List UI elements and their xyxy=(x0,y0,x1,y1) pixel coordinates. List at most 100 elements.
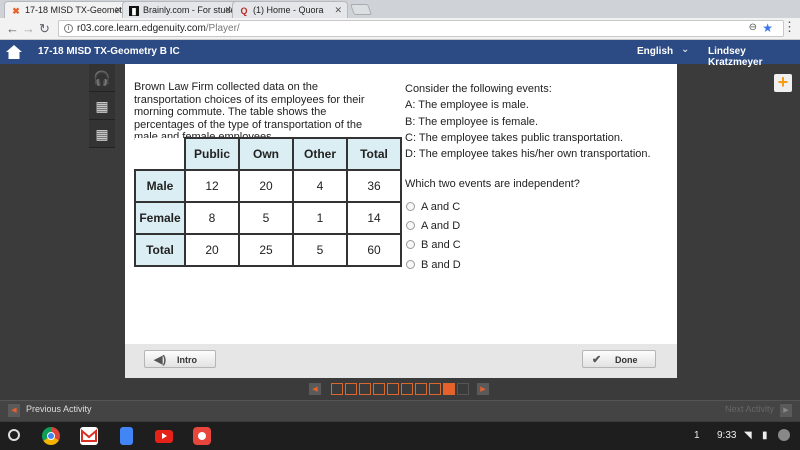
table-cell: 60 xyxy=(346,233,402,267)
add-icon[interactable]: + xyxy=(774,73,792,92)
table-cell: 14 xyxy=(346,201,402,235)
checkmark-icon: ✔ xyxy=(592,354,602,366)
pager-dot[interactable] xyxy=(401,383,413,395)
next-activity-button[interactable]: Next Activity ▶ xyxy=(725,404,792,417)
youtube-icon[interactable] xyxy=(155,430,173,443)
card-footer: ◀) Intro ✔ Done xyxy=(125,344,677,378)
user-name[interactable]: Lindsey Kratzmeyer xyxy=(708,46,800,68)
battery-icon[interactable]: ▮ xyxy=(762,430,768,441)
table-row: Male 12 20 4 36 xyxy=(134,169,402,203)
browser-tab-quora[interactable]: Q (1) Home - Quora ✕ xyxy=(232,1,348,18)
notification-count[interactable]: 1 xyxy=(694,430,700,441)
question-card: Brown Law Firm collected data on the tra… xyxy=(125,64,677,378)
previous-activity-button[interactable]: ◀ Previous Activity xyxy=(8,404,92,417)
next-activity-label: Next Activity xyxy=(724,404,774,414)
intro-button-label: Intro xyxy=(177,355,197,365)
column-header: Own xyxy=(238,137,294,171)
pager-dot[interactable] xyxy=(373,383,385,395)
row-header: Female xyxy=(134,201,186,235)
pager-dot[interactable] xyxy=(359,383,371,395)
screen-recorder-icon[interactable] xyxy=(193,427,211,445)
tab-close-icon[interactable]: ✕ xyxy=(114,5,122,16)
chevron-down-icon[interactable]: ⌄ xyxy=(681,44,689,55)
graphing-calculator-icon[interactable]: ▦ xyxy=(89,120,115,148)
calculator-icon[interactable]: ▦ xyxy=(89,92,115,120)
app-header: 17-18 MISD TX-Geometry B IC English ⌄ Li… xyxy=(0,40,800,68)
forward-arrow-icon[interactable]: → xyxy=(22,21,35,37)
table-cell: 36 xyxy=(346,169,402,203)
done-button-label: Done xyxy=(615,355,638,365)
tab-title: (1) Home - Quora xyxy=(253,5,324,15)
radio-button[interactable] xyxy=(406,202,415,211)
tab-title: 17-18 MISD TX-Geometry xyxy=(25,5,128,15)
intro-button[interactable]: ◀) Intro xyxy=(144,350,216,368)
table-cell: 25 xyxy=(238,233,294,267)
next-arrow-icon: ▶ xyxy=(780,404,792,417)
table-cell: 12 xyxy=(184,169,240,203)
pager-dot-current[interactable] xyxy=(443,383,455,395)
activity-nav-bar: ◀ Previous Activity Next Activity ▶ xyxy=(0,400,800,421)
browser-tab-strip: ✖ 17-18 MISD TX-Geometry ✕ ▮ Brainly.com… xyxy=(0,0,800,18)
radio-button[interactable] xyxy=(406,260,415,269)
table-header-row: Public Own Other Total xyxy=(135,137,402,171)
radio-button[interactable] xyxy=(406,240,415,249)
option-label[interactable]: B and D xyxy=(421,259,461,271)
done-button[interactable]: ✔ Done xyxy=(582,350,656,368)
previous-arrow-icon: ◀ xyxy=(8,404,20,417)
info-icon[interactable]: i xyxy=(64,24,73,33)
pager-previous-icon[interactable]: ◀ xyxy=(309,383,321,395)
table-row: Total 20 25 5 60 xyxy=(134,233,402,267)
browser-menu-icon[interactable]: ⋮ xyxy=(783,20,796,34)
event-item: D: The employee takes his/her own transp… xyxy=(405,148,651,161)
pager-dot[interactable] xyxy=(387,383,399,395)
pager-dot[interactable] xyxy=(457,383,469,395)
avatar[interactable] xyxy=(778,429,790,441)
gmail-icon[interactable] xyxy=(80,427,98,445)
option-label[interactable]: B and C xyxy=(421,239,461,251)
pager-dot[interactable] xyxy=(345,383,357,395)
clock[interactable]: 9:33 xyxy=(717,430,736,441)
radio-button[interactable] xyxy=(406,221,415,230)
column-header: Total xyxy=(346,137,402,171)
edgenuity-favicon-icon: ✖ xyxy=(12,6,20,16)
pager-dot[interactable] xyxy=(415,383,427,395)
url-host: r03.core.learn.edgenuity.com xyxy=(77,23,206,34)
option-label[interactable]: A and D xyxy=(421,220,460,232)
row-header: Total xyxy=(134,233,186,267)
problem-text: Brown Law Firm collected data on the tra… xyxy=(134,81,365,143)
url-path: /Player/ xyxy=(205,23,240,34)
address-bar[interactable]: i r03.core.learn.edgenuity.com/Player/ ⊖… xyxy=(58,20,784,37)
reload-icon[interactable]: ↻ xyxy=(39,21,50,37)
browser-tab-edgenuity[interactable]: ✖ 17-18 MISD TX-Geometry ✕ xyxy=(4,1,128,18)
row-header: Male xyxy=(134,169,186,203)
home-icon[interactable] xyxy=(6,45,22,59)
table-corner xyxy=(135,138,185,170)
wifi-icon[interactable]: ◥ xyxy=(744,430,752,441)
language-selector[interactable]: English xyxy=(637,46,673,57)
brainly-favicon-icon: ▮ xyxy=(129,6,139,16)
new-tab-button[interactable] xyxy=(349,4,373,15)
quora-favicon-icon: Q xyxy=(240,6,248,16)
event-item: A: The employee is male. xyxy=(405,99,529,112)
back-arrow-icon[interactable]: ← xyxy=(6,21,19,37)
headphones-icon[interactable]: 🎧 xyxy=(89,64,115,92)
option-label[interactable]: A and C xyxy=(421,201,460,213)
event-item: C: The employee takes public transportat… xyxy=(405,131,624,144)
google-docs-icon[interactable] xyxy=(120,427,133,445)
pager-next-icon[interactable]: ▶ xyxy=(477,383,489,395)
pager-dot[interactable] xyxy=(429,383,441,395)
column-header: Other xyxy=(292,137,348,171)
launcher-icon[interactable] xyxy=(8,429,20,441)
bookmark-star-icon[interactable]: ★ xyxy=(762,21,773,35)
two-way-table: Public Own Other Total Male 12 20 4 36 F… xyxy=(134,137,402,267)
event-item: B: The employee is female. xyxy=(405,115,539,128)
zoom-icon[interactable]: ⊖ xyxy=(749,22,757,33)
browser-toolbar: ← → ↻ i r03.core.learn.edgenuity.com/Pla… xyxy=(0,18,800,40)
pager-dot[interactable] xyxy=(331,383,343,395)
table-cell: 5 xyxy=(238,201,294,235)
tab-close-icon[interactable]: ✕ xyxy=(224,5,232,16)
tab-close-icon[interactable]: ✕ xyxy=(334,5,342,16)
browser-tab-brainly[interactable]: ▮ Brainly.com - For studen ✕ xyxy=(122,1,238,18)
previous-activity-label: Previous Activity xyxy=(26,404,92,414)
chrome-icon[interactable] xyxy=(42,427,60,445)
